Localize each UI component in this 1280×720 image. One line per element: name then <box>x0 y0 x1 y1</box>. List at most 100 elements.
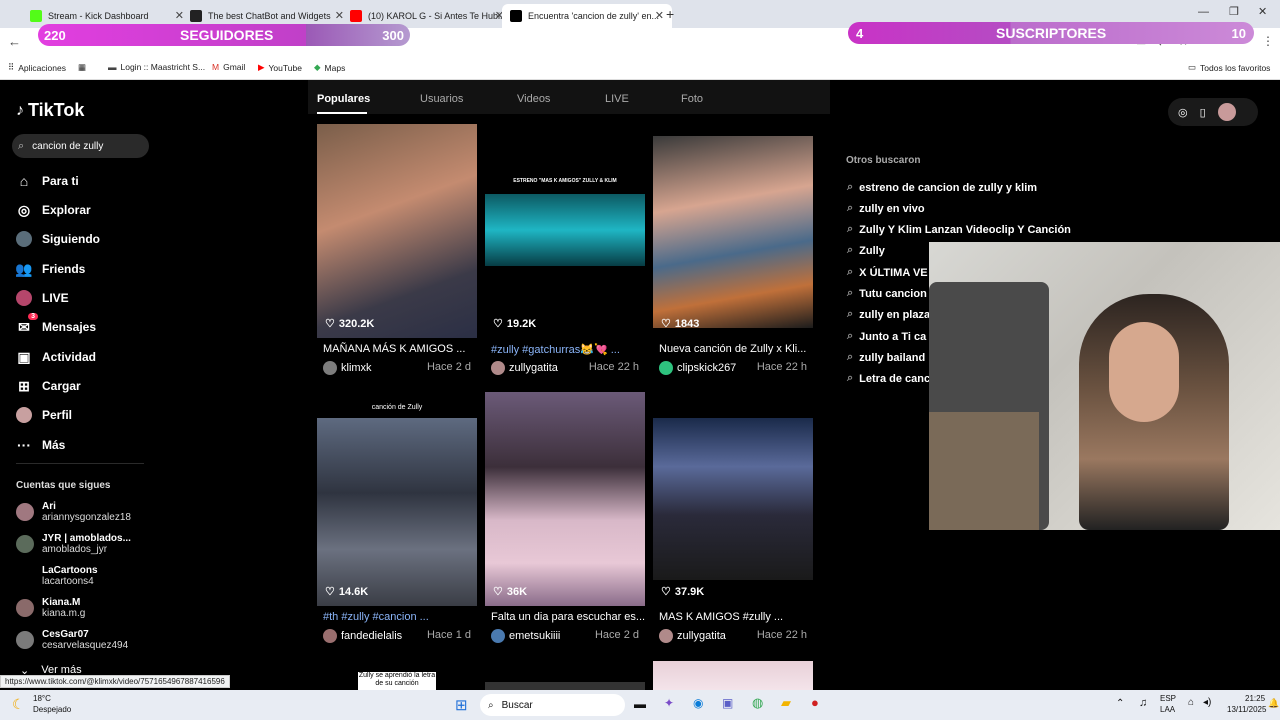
suggestion[interactable]: ⌕ Junto a Ti ca <box>847 330 926 343</box>
chevron-up-icon[interactable]: ⌃ <box>1116 698 1124 709</box>
tiktok-logo[interactable]: ♪ TikTok <box>16 100 84 121</box>
back-icon[interactable]: ← <box>8 34 21 49</box>
suggestion[interactable]: ⌕ Zully Y Klim Lanzan Videoclip Y Canción <box>847 223 1071 236</box>
suggestion[interactable]: ⌕ zully en plaza <box>847 308 930 321</box>
nav-explorar[interactable]: ◎ Explorar <box>16 202 91 218</box>
bookmark-all[interactable]: ▭ Todos los favoritos <box>1188 62 1270 73</box>
top-right-controls: ◎ ▯ <box>1168 98 1258 126</box>
video-author[interactable]: zullygatita <box>659 629 726 643</box>
nav-friends[interactable]: 👥 Friends <box>15 261 85 277</box>
task-view-icon[interactable]: ▬ <box>634 697 646 711</box>
nav-cargar[interactable]: ⊞ Cargar <box>16 378 81 394</box>
video-title[interactable]: #th #zully #cancion ... <box>323 611 429 623</box>
video-thumbnail[interactable] <box>653 392 813 606</box>
taskbar-search[interactable]: ⌕ Buscar <box>480 694 625 716</box>
following-account[interactable]: JYR | amoblados... amoblados_jyr <box>16 533 131 555</box>
bookmark-maps[interactable]: ◆ Maps <box>314 62 345 73</box>
mic-icon[interactable]: ♫ <box>1139 697 1147 709</box>
video-title[interactable]: MAS K AMIGOS #zully ... <box>659 611 783 623</box>
video-card[interactable]: ♡ 37.9K MAS K AMIGOS #zully ... zullygati… <box>653 392 813 652</box>
likes-value: 37.9K <box>674 585 705 598</box>
nav-para-ti[interactable]: ⌂ Para ti <box>16 173 79 189</box>
video-thumbnail[interactable]: ESTRENO "MAS K AMIGOS" ZULLY & KLIM <box>485 124 645 338</box>
video-author[interactable]: zullygatita <box>491 361 558 375</box>
video-card-peek[interactable] <box>653 661 813 690</box>
video-thumbnail[interactable] <box>485 392 645 606</box>
tab-foto[interactable]: Foto <box>681 93 703 105</box>
network-icon[interactable]: ⌂ <box>1188 697 1194 708</box>
kebab-icon[interactable]: ⋮ <box>1262 34 1274 48</box>
video-thumbnail[interactable] <box>317 124 477 338</box>
browser-tab-active[interactable]: Encuentra 'cancion de zully' en... ✕ <box>502 4 672 28</box>
following-account[interactable]: CesGar07 cesarvelasquez494 <box>16 629 128 651</box>
following-account[interactable]: Kiana.M kiana.m.g <box>16 597 85 619</box>
nav-mensajes[interactable]: ✉ 3 Mensajes <box>16 313 96 335</box>
suggestion[interactable]: ⌕ Letra de canc <box>847 372 930 385</box>
minimize-icon[interactable]: — <box>1198 6 1209 18</box>
window-close-icon[interactable]: ✕ <box>1258 5 1267 18</box>
nav-perfil[interactable]: Perfil <box>16 407 72 423</box>
notification-icon[interactable]: 🔔 <box>1268 698 1279 709</box>
video-card[interactable]: ♡ 320.2K MAÑANA MÁS K AMIGOS ... klimxk H… <box>317 124 477 384</box>
video-title[interactable]: Nueva canción de Zully x Kli... <box>659 343 806 355</box>
tab-usuarios[interactable]: Usuarios <box>420 93 463 105</box>
video-thumbnail[interactable]: canción de Zully <box>317 392 477 606</box>
username: emetsukiiii <box>509 630 561 642</box>
video-author[interactable]: klimxk <box>323 361 372 375</box>
chrome-icon[interactable]: ◍ <box>752 695 763 711</box>
new-tab-icon[interactable]: + <box>666 6 674 22</box>
tab-videos[interactable]: Videos <box>517 93 550 105</box>
suggestion[interactable]: ⌕ estreno de cancion de zully y klim <box>847 181 1037 194</box>
maximize-icon[interactable]: ❐ <box>1229 5 1239 18</box>
video-thumbnail[interactable] <box>653 124 813 338</box>
video-card-peek[interactable] <box>485 682 645 690</box>
video-title[interactable]: Falta un dia para escuchar es... <box>491 611 645 623</box>
username: zullygatita <box>677 630 726 642</box>
device-icon[interactable]: ▯ <box>1200 106 1206 119</box>
tab-live[interactable]: LIVE <box>605 93 629 105</box>
close-icon[interactable]: ✕ <box>655 9 664 22</box>
nav-actividad[interactable]: ▣ Actividad <box>16 349 96 365</box>
suggestion[interactable]: ⌕ zully bailand <box>847 351 925 364</box>
bookmark-gmail[interactable]: M Gmail <box>212 62 245 72</box>
bookmark-login[interactable]: ▬ Login :: Maastricht S... <box>108 62 205 72</box>
video-card[interactable]: ESTRENO "MAS K AMIGOS" ZULLY & KLIM ♡ 19.… <box>485 124 645 384</box>
suggestion[interactable]: ⌕ zully en vivo <box>847 202 925 215</box>
edge-icon[interactable]: ◉ <box>693 696 703 710</box>
video-author[interactable]: emetsukiiii <box>491 629 560 643</box>
bookmark-youtube[interactable]: ▶ YouTube <box>258 62 302 73</box>
nav-mas[interactable]: ··· Más <box>16 437 65 453</box>
suggestion[interactable]: ⌕ Zully <box>847 244 885 257</box>
site-icon: ▬ <box>108 62 117 72</box>
volume-icon[interactable]: ◂) <box>1203 697 1211 708</box>
suggestion[interactable]: ⌕ Tutu cancion <box>847 287 927 300</box>
explorer-icon[interactable]: ▰ <box>781 695 791 711</box>
teams-icon[interactable]: ▣ <box>722 696 733 710</box>
video-card[interactable]: ♡ 1843 Nueva canción de Zully x Kli... cl… <box>653 124 813 384</box>
suggestion[interactable]: ⌕ X ÚLTIMA VE <box>847 266 928 279</box>
video-title[interactable]: MAÑANA MÁS K AMIGOS ... <box>323 343 465 355</box>
bookmark-apps[interactable]: ⠿ Aplicaciones <box>8 62 66 73</box>
video-author[interactable]: fandedielalis <box>323 629 402 643</box>
lang-indicator-2[interactable]: LAA <box>1160 705 1175 714</box>
video-card[interactable]: canción de Zully ♡ 14.6K #th #zully #canc… <box>317 392 477 652</box>
search-input[interactable]: ⌕ cancion de zully <box>12 134 149 158</box>
lang-indicator[interactable]: ESP <box>1160 694 1176 703</box>
following-account[interactable]: Ari ariannysgonzalez18 <box>16 501 131 523</box>
tab-populares[interactable]: Populares <box>317 93 370 105</box>
video-card[interactable]: ♡ 36K Falta un dia para escuchar es... em… <box>485 392 645 652</box>
clock-date[interactable]: 13/11/2025 <box>1227 705 1266 714</box>
coin-icon[interactable]: ◎ <box>1178 106 1188 119</box>
video-author[interactable]: clipskick267 <box>659 361 736 375</box>
nav-live[interactable]: LIVE <box>16 290 69 306</box>
bookmark-grid[interactable]: ▦ <box>78 62 86 73</box>
windows-start-icon[interactable]: ⊞ <box>455 696 468 714</box>
copilot-icon[interactable]: ✦ <box>664 696 674 710</box>
likes-value: 320.2K <box>338 317 375 330</box>
clock-time[interactable]: 21:25 <box>1245 694 1265 703</box>
obs-icon[interactable]: ● <box>811 695 819 710</box>
following-account[interactable]: LaCartoons lacartoons4 <box>16 565 98 587</box>
avatar[interactable] <box>1217 103 1236 121</box>
nav-siguiendo[interactable]: Siguiendo <box>16 231 100 247</box>
video-title[interactable]: #zully #gatchurras😹💘 ... <box>491 343 620 356</box>
